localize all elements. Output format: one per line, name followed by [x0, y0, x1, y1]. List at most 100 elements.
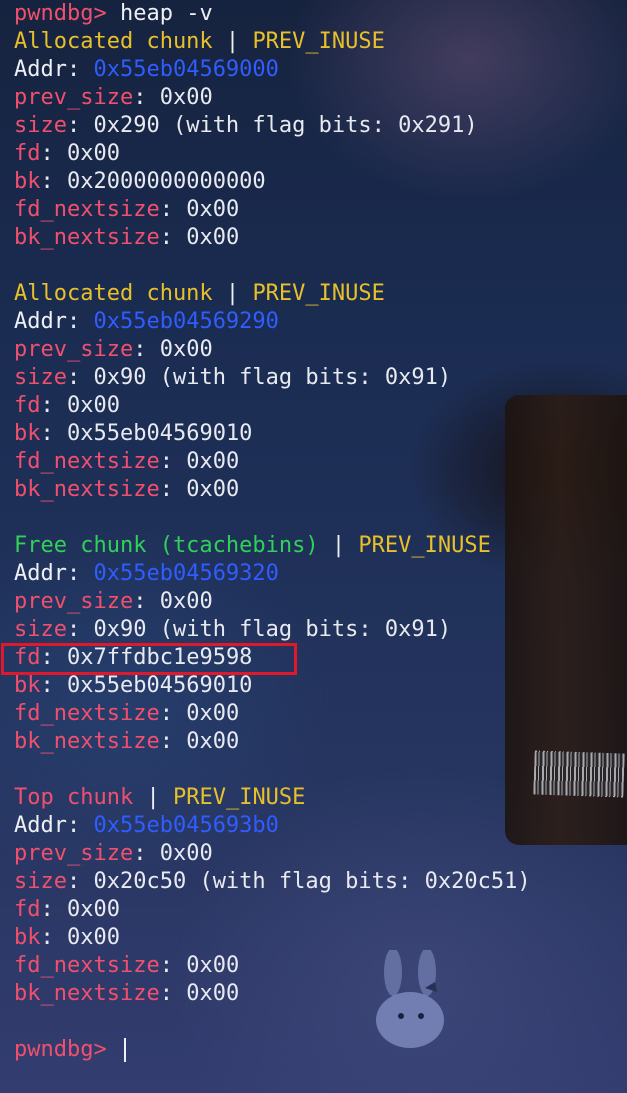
terminal-output: pwndbg> heap -v Allocated chunk | PREV_I…	[14, 0, 614, 1064]
input-prompt-line[interactable]: pwndbg>	[14, 1036, 614, 1064]
field-colon: :	[66, 617, 94, 642]
highlight-annotation-box	[1, 643, 297, 675]
field-label: Addr	[14, 57, 67, 82]
field-label: fd_nextsize	[14, 701, 160, 726]
field-label: prev_size	[14, 841, 134, 866]
field-label: prev_size	[14, 85, 134, 110]
field-colon: :	[159, 981, 187, 1006]
chunk-size-row: size: 0x20c50 (with flag bits: 0x20c51)	[14, 868, 614, 896]
chunk-fd-row: fd: 0x00	[14, 896, 614, 924]
field-label: bk	[14, 673, 41, 698]
chunk-flag: PREV_INUSE	[358, 533, 491, 558]
chunk-bk-nextsize-row: bk_nextsize: 0x00	[14, 224, 614, 252]
field-colon: :	[66, 309, 94, 334]
field-label: fd_nextsize	[14, 197, 160, 222]
chunk-size-row: size: 0x90 (with flag bits: 0x91)	[14, 364, 614, 392]
chunk-addr-row: Addr: 0x55eb045693b0	[14, 812, 614, 840]
field-colon: :	[40, 141, 67, 166]
prompt: pwndbg>	[14, 1037, 107, 1062]
chunk-fd-nextsize-row: fd_nextsize: 0x00	[14, 196, 614, 224]
field-colon: :	[40, 673, 67, 698]
field-value: 0x00	[186, 981, 240, 1006]
field-label: bk_nextsize	[14, 729, 160, 754]
field-colon: :	[133, 337, 160, 362]
field-value: 0x00	[186, 729, 240, 754]
field-colon: :	[66, 113, 94, 138]
field-label: size	[14, 869, 67, 894]
chunk-bk-nextsize-row: bk_nextsize: 0x00	[14, 476, 614, 504]
field-colon: :	[159, 953, 187, 978]
chunk-prev-size-row: prev_size: 0x00	[14, 84, 614, 112]
field-value: 0x00	[186, 449, 240, 474]
field-label: bk	[14, 925, 41, 950]
field-label: bk_nextsize	[14, 477, 160, 502]
field-value: 0x00	[67, 393, 120, 418]
field-label: prev_size	[14, 337, 134, 362]
field-value: 0x55eb04569010	[67, 673, 253, 698]
field-label: bk_nextsize	[14, 981, 160, 1006]
field-colon: :	[66, 365, 94, 390]
field-value: 0x00	[186, 225, 240, 250]
chunk-bk-nextsize-row: bk_nextsize: 0x00	[14, 728, 614, 756]
field-colon: :	[159, 225, 187, 250]
field-colon: :	[159, 477, 187, 502]
chunk-addr: 0x55eb04569290	[93, 309, 279, 334]
field-label: bk	[14, 421, 41, 446]
chunk-type: Allocated chunk	[14, 29, 213, 54]
separator: |	[318, 533, 359, 558]
separator: |	[133, 785, 173, 810]
field-colon: :	[159, 701, 187, 726]
chunk-addr-row: Addr: 0x55eb04569290	[14, 308, 614, 336]
field-value: 0x00	[67, 897, 120, 922]
field-value: 0x00	[186, 701, 240, 726]
field-colon: :	[66, 869, 94, 894]
chunk-header: Top chunk | PREV_INUSE	[14, 784, 614, 812]
field-colon: :	[159, 197, 187, 222]
field-value: 0x90 (with flag bits: 0x91)	[93, 365, 452, 390]
prompt: pwndbg>	[14, 1, 107, 26]
field-value: 0x290 (with flag bits: 0x291)	[93, 113, 478, 138]
chunk-type: Top chunk	[14, 785, 134, 810]
separator: |	[212, 29, 253, 54]
chunk-prev-size-row: prev_size: 0x00	[14, 336, 614, 364]
field-value: 0x00	[159, 85, 213, 110]
field-label: bk	[14, 169, 41, 194]
field-colon: :	[66, 561, 94, 586]
field-label: fd	[14, 393, 41, 418]
field-value: 0x00	[67, 141, 120, 166]
field-colon: :	[66, 813, 94, 838]
field-colon: :	[40, 393, 67, 418]
field-label: Addr	[14, 813, 67, 838]
chunk-type: Free chunk (tcachebins)	[14, 533, 319, 558]
separator: |	[212, 281, 253, 306]
field-colon: :	[159, 729, 187, 754]
field-label: fd_nextsize	[14, 953, 160, 978]
chunk-fd-nextsize-row: fd_nextsize: 0x00	[14, 700, 614, 728]
field-colon: :	[66, 57, 94, 82]
field-colon: :	[159, 449, 187, 474]
field-value: 0x00	[186, 197, 240, 222]
command-text: heap -v	[119, 1, 213, 26]
field-label: bk_nextsize	[14, 225, 160, 250]
field-label: prev_size	[14, 589, 134, 614]
command-line: pwndbg> heap -v	[14, 0, 614, 28]
chunk-header: Free chunk (tcachebins) | PREV_INUSE	[14, 532, 614, 560]
field-colon: :	[40, 421, 67, 446]
chunk-fd-row: fd: 0x00	[14, 392, 614, 420]
text-cursor	[123, 1038, 126, 1062]
chunk-addr-row: Addr: 0x55eb04569320	[14, 560, 614, 588]
field-label: size	[14, 365, 67, 390]
field-value: 0x90 (with flag bits: 0x91)	[93, 617, 452, 642]
field-value: 0x20c50 (with flag bits: 0x20c51)	[93, 869, 531, 894]
field-label: Addr	[14, 309, 67, 334]
field-value: 0x00	[159, 589, 213, 614]
field-label: fd	[14, 897, 41, 922]
field-colon: :	[133, 589, 160, 614]
field-value: 0x00	[186, 953, 240, 978]
chunk-bk-row: bk: 0x55eb04569010	[14, 420, 614, 448]
field-value: 0x00	[159, 841, 213, 866]
chunk-bk-row: bk: 0x2000000000000	[14, 168, 614, 196]
field-colon: :	[40, 169, 67, 194]
field-value: 0x55eb04569010	[67, 421, 253, 446]
